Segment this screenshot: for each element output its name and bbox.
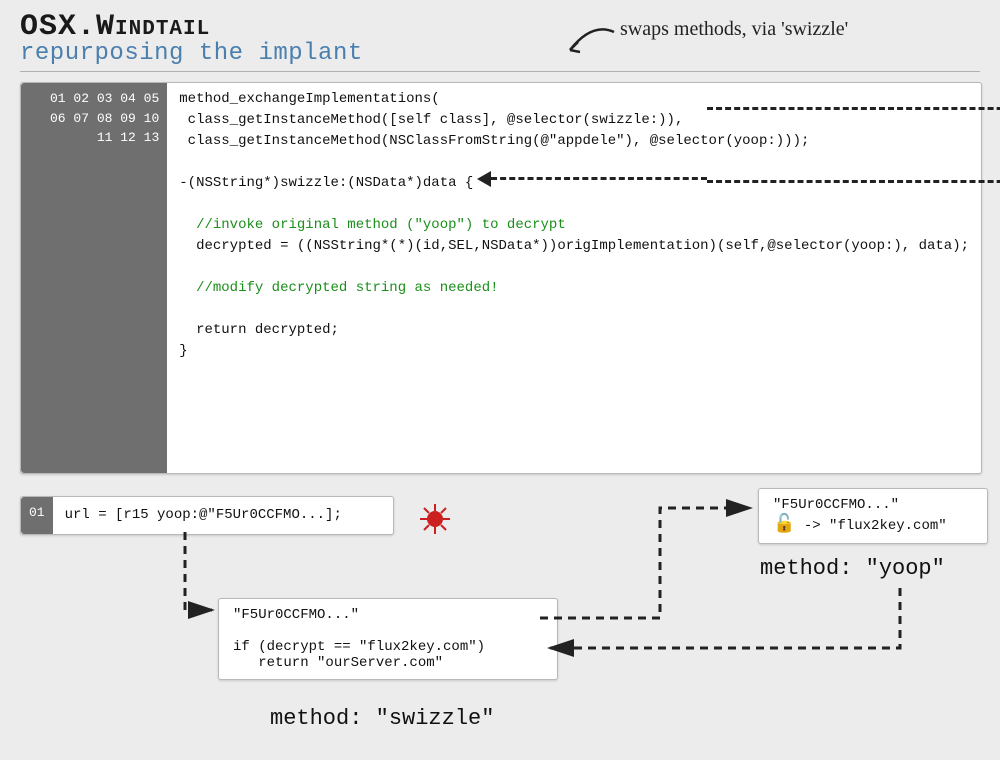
code-block-main: 01 02 03 04 05 06 07 08 09 10 11 12 13 m…	[20, 82, 982, 474]
annotation-swizzle: swaps methods, via 'swizzle'	[620, 18, 848, 41]
diagram-area: 01 url = [r15 yoop:@"F5Ur0CCFMO...]; "F5…	[20, 488, 980, 748]
line-gutter: 01	[21, 497, 53, 534]
dashed-line-icon	[491, 177, 707, 180]
method-label-yoop: method: "yoop"	[760, 556, 945, 581]
swizzle-method-box: "F5Ur0CCFMO..." if (decrypt == "flux2key…	[218, 598, 558, 680]
arrow-curve-icon	[562, 20, 622, 60]
page-subtitle: repurposing the implant	[20, 40, 980, 72]
code-block-url: 01 url = [r15 yoop:@"F5Ur0CCFMO...];	[20, 496, 394, 535]
line-gutter: 01 02 03 04 05 06 07 08 09 10 11 12 13	[21, 83, 167, 473]
method-label-swizzle: method: "swizzle"	[270, 706, 494, 731]
code-body: url = [r15 yoop:@"F5Ur0CCFMO...];	[53, 497, 393, 534]
code-body: method_exchangeImplementations( class_ge…	[167, 83, 981, 473]
virus-icon	[418, 502, 452, 541]
yoop-method-box: "F5Ur0CCFMO..." 🔓 -> "flux2key.com"	[758, 488, 988, 544]
arrowhead-left-icon	[477, 171, 491, 187]
unlock-icon: 🔓	[773, 515, 795, 535]
